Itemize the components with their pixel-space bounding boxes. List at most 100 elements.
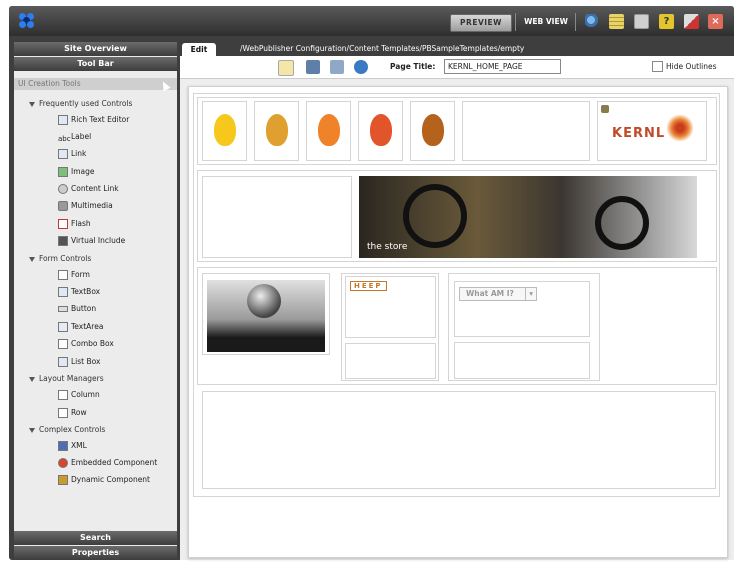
lock-icon bbox=[601, 105, 609, 113]
tool-rich-text-editor[interactable]: Rich Text Editor bbox=[58, 113, 129, 127]
hide-outlines-checkbox[interactable] bbox=[652, 61, 663, 72]
balloon-cell-5[interactable] bbox=[410, 101, 455, 161]
expand-triangle-icon bbox=[29, 256, 35, 262]
page-title-input[interactable]: KERNL_HOME_PAGE bbox=[444, 59, 561, 74]
ui-creation-tools-label: UI Creation Tools bbox=[18, 79, 81, 88]
tool-button[interactable]: Button bbox=[58, 302, 96, 316]
expand-triangle-icon bbox=[29, 376, 35, 382]
hide-outlines-label: Hide Outlines bbox=[666, 62, 717, 71]
empty-cell[interactable] bbox=[462, 101, 590, 161]
tool-form[interactable]: Form bbox=[58, 268, 90, 282]
preview-button[interactable]: PREVIEW bbox=[450, 14, 512, 32]
balloon-image-4 bbox=[370, 114, 392, 146]
list-box-icon bbox=[58, 357, 68, 367]
combo-box-icon bbox=[58, 339, 68, 349]
group-form-controls[interactable]: Form Controls bbox=[29, 252, 91, 266]
expand-triangle-icon bbox=[29, 427, 35, 433]
left-panel: Site Overview Tool Bar UI Creation Tools… bbox=[14, 42, 177, 560]
what-am-i-dropdown[interactable]: What AM I? ▾ bbox=[459, 287, 537, 301]
empty-banner-cell[interactable] bbox=[202, 176, 352, 258]
balloon-cell-3[interactable] bbox=[306, 101, 351, 161]
tool-xml[interactable]: XML bbox=[58, 439, 87, 453]
logo-cell[interactable]: KERNL bbox=[597, 101, 707, 161]
heep-logo: HEEP bbox=[350, 281, 387, 291]
help-icon[interactable]: ? bbox=[659, 14, 674, 29]
dynamic-component-icon bbox=[58, 475, 68, 485]
heep-bottom-cell[interactable] bbox=[345, 343, 436, 379]
row-icon bbox=[58, 408, 68, 418]
editor-toolbar: Page Title: KERNL_HOME_PAGE Hide Outline… bbox=[180, 56, 734, 79]
editor-panel: Edit /WebPublisher Configuration/Content… bbox=[180, 42, 734, 560]
flash-icon bbox=[58, 219, 68, 229]
properties-header[interactable]: Properties bbox=[14, 546, 177, 560]
virtual-include-icon bbox=[58, 236, 68, 246]
dropdown-cell[interactable]: What AM I? ▾ bbox=[454, 281, 590, 337]
tool-content-link[interactable]: Content Link bbox=[58, 182, 119, 196]
tool-multimedia[interactable]: Multimedia bbox=[58, 199, 113, 213]
balloon-image-5 bbox=[422, 114, 444, 146]
group-layout-managers[interactable]: Layout Managers bbox=[29, 372, 104, 386]
tool-combo-box[interactable]: Combo Box bbox=[58, 337, 114, 351]
robot-head-graphic bbox=[247, 284, 281, 318]
dropdown-bottom-cell[interactable] bbox=[454, 342, 590, 379]
export-icon[interactable] bbox=[684, 14, 699, 29]
grid-icon[interactable] bbox=[634, 14, 649, 29]
tool-image[interactable]: Image bbox=[58, 165, 95, 179]
balloon-cell-1[interactable] bbox=[202, 101, 247, 161]
app-window: PREVIEW WEB VIEW ? × Site Overview Tool … bbox=[9, 6, 734, 560]
settings-icon[interactable] bbox=[585, 14, 600, 29]
store-banner-image[interactable]: the store bbox=[359, 176, 697, 258]
tool-dynamic-component[interactable]: Dynamic Component bbox=[58, 473, 150, 487]
toolbar-header[interactable]: Tool Bar bbox=[14, 57, 177, 71]
tab-strip: Edit /WebPublisher Configuration/Content… bbox=[180, 42, 734, 56]
web-view-button[interactable]: WEB VIEW bbox=[521, 14, 571, 30]
layout-row-4[interactable] bbox=[202, 391, 716, 489]
tool-virtual-include[interactable]: Virtual Include bbox=[58, 234, 125, 248]
tool-column[interactable]: Column bbox=[58, 388, 100, 402]
textarea-icon bbox=[58, 322, 68, 332]
balloon-cell-4[interactable] bbox=[358, 101, 403, 161]
save-icon[interactable] bbox=[306, 60, 320, 74]
undo-arrow-icon[interactable] bbox=[278, 60, 294, 76]
wheel-graphic bbox=[403, 184, 467, 248]
app-logo-icon bbox=[19, 13, 35, 29]
tool-flash[interactable]: Flash bbox=[58, 217, 91, 231]
character-cell[interactable] bbox=[202, 273, 330, 355]
label-icon: abc bbox=[58, 135, 71, 143]
tool-link[interactable]: Link bbox=[58, 147, 86, 161]
close-icon[interactable]: × bbox=[708, 14, 723, 29]
group-complex-controls[interactable]: Complex Controls bbox=[29, 423, 105, 437]
textbox-icon bbox=[58, 287, 68, 297]
form-icon bbox=[58, 270, 68, 280]
template-path: /WebPublisher Configuration/Content Temp… bbox=[240, 44, 525, 53]
kernl-logo-text: KERNL bbox=[612, 126, 666, 141]
expand-triangle-icon bbox=[29, 101, 35, 107]
refresh-icon[interactable] bbox=[354, 60, 368, 74]
balloon-image-1 bbox=[214, 114, 236, 146]
link-icon bbox=[58, 149, 68, 159]
save-as-icon[interactable] bbox=[330, 60, 344, 74]
content-link-icon bbox=[58, 184, 68, 194]
group-frequently-used-controls[interactable]: Frequently used Controls bbox=[29, 97, 132, 111]
tool-label[interactable]: abcLabel bbox=[58, 130, 91, 144]
tool-row[interactable]: Row bbox=[58, 406, 87, 420]
tool-textbox[interactable]: TextBox bbox=[58, 285, 100, 299]
page-title-label: Page Title: bbox=[390, 62, 436, 71]
heep-cell[interactable]: HEEP bbox=[345, 276, 436, 338]
character-image bbox=[207, 280, 325, 352]
ui-creation-tools-section[interactable]: UI Creation Tools bbox=[14, 78, 177, 90]
tool-textarea[interactable]: TextArea bbox=[58, 320, 103, 334]
search-header[interactable]: Search bbox=[14, 531, 177, 545]
column-icon bbox=[58, 390, 68, 400]
button-icon bbox=[58, 306, 68, 312]
balloon-image-3 bbox=[318, 114, 340, 146]
site-overview-header[interactable]: Site Overview bbox=[14, 42, 177, 56]
tab-edit[interactable]: Edit bbox=[182, 43, 216, 56]
balloon-cell-2[interactable] bbox=[254, 101, 299, 161]
image-icon bbox=[58, 167, 68, 177]
tool-list-box[interactable]: List Box bbox=[58, 355, 100, 369]
list-icon[interactable] bbox=[609, 14, 624, 29]
top-bar: PREVIEW WEB VIEW ? × bbox=[9, 6, 734, 36]
tool-embedded-component[interactable]: Embedded Component bbox=[58, 456, 157, 470]
balloon-image-2 bbox=[266, 114, 288, 146]
